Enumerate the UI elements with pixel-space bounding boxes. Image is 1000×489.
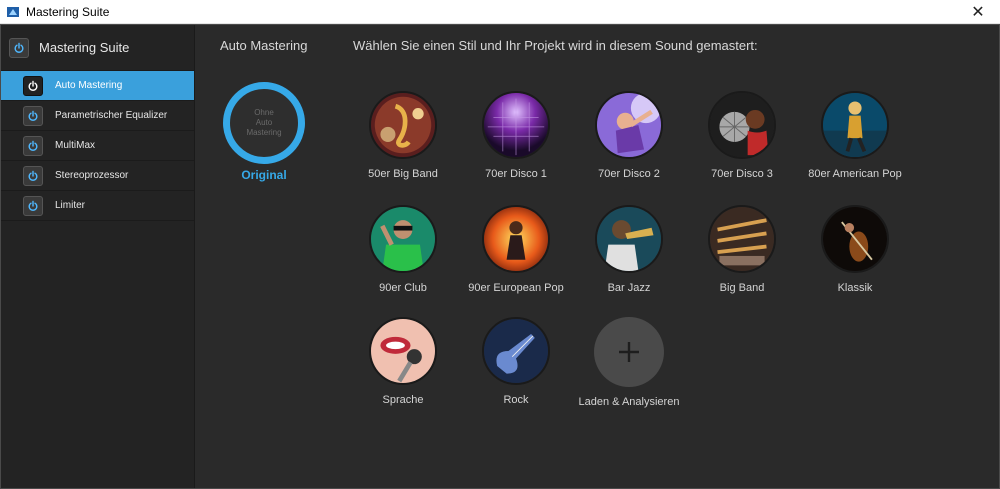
sidebar: Mastering Suite Auto Mastering Parametri… — [1, 25, 195, 488]
app-window: Mastering Suite Auto Mastering Parametri… — [0, 24, 1000, 489]
multimax-power-button[interactable] — [23, 135, 43, 156]
disco-ball-photo-icon — [482, 91, 550, 159]
style-label: 80er American Pop — [808, 168, 902, 180]
violin-photo-icon — [821, 205, 889, 273]
section-description: Wählen Sie einen Stil und Ihr Projekt wi… — [353, 38, 758, 53]
plus-icon — [594, 317, 664, 387]
stage-performer-photo-icon — [821, 91, 889, 159]
sidebar-item-limiter[interactable]: Limiter — [1, 191, 194, 221]
original-ring: Ohne Auto Mastering — [223, 82, 305, 164]
auto-mastering-power-button[interactable] — [23, 75, 43, 96]
power-icon — [28, 80, 38, 91]
disco-singer-photo-icon — [708, 91, 776, 159]
power-icon — [14, 42, 24, 53]
stereo-power-button[interactable] — [23, 165, 43, 186]
club-dj-photo-icon — [369, 205, 437, 273]
brass-section-photo-icon — [708, 205, 776, 273]
microphone-mouth-photo-icon — [369, 317, 437, 385]
power-icon — [28, 110, 38, 121]
sidebar-item-label: Parametrischer Equalizer — [55, 110, 168, 121]
style-80er-american-pop[interactable]: 80er American Pop — [785, 91, 925, 180]
sidebar-title: Mastering Suite — [39, 40, 130, 55]
suite-power-button[interactable] — [9, 37, 29, 58]
sidebar-header: Mastering Suite — [1, 25, 194, 71]
style-klassik[interactable]: Klassik — [785, 205, 925, 294]
original-label: Original — [241, 168, 287, 182]
limiter-power-button[interactable] — [23, 195, 43, 216]
power-icon — [28, 200, 38, 211]
sidebar-item-parametric-equalizer[interactable]: Parametrischer Equalizer — [1, 101, 194, 131]
sidebar-item-label: Stereoprozessor — [55, 170, 129, 181]
load-analyze-button[interactable]: Laden & Analysieren — [559, 317, 699, 408]
trumpet-player-photo-icon — [595, 205, 663, 273]
fire-dancer-photo-icon — [482, 205, 550, 273]
section-title: Auto Mastering — [220, 38, 308, 53]
title-bar: Mastering Suite ✕ — [0, 0, 1000, 24]
style-label: Klassik — [837, 282, 873, 294]
sidebar-item-label: MultiMax — [55, 140, 96, 151]
sidebar-item-label: Limiter — [55, 200, 86, 211]
power-icon — [28, 170, 38, 181]
app-icon — [6, 5, 20, 19]
sidebar-item-auto-mastering[interactable]: Auto Mastering — [1, 71, 194, 101]
close-button[interactable]: ✕ — [956, 0, 1000, 24]
saxophone-photo-icon — [369, 91, 437, 159]
equalizer-power-button[interactable] — [23, 105, 43, 126]
disco-dancer-photo-icon — [595, 91, 663, 159]
sidebar-item-multimax[interactable]: MultiMax — [1, 131, 194, 161]
power-icon — [28, 140, 38, 151]
window-title: Mastering Suite — [26, 4, 110, 19]
load-analyze-label: Laden & Analysieren — [578, 396, 680, 408]
sidebar-item-label: Auto Mastering — [55, 80, 123, 91]
original-preset[interactable]: Ohne Auto Mastering Original — [223, 82, 305, 182]
electric-guitar-photo-icon — [482, 317, 550, 385]
close-icon: ✕ — [971, 4, 985, 21]
sidebar-item-stereoprozessor[interactable]: Stereoprozessor — [1, 161, 194, 191]
